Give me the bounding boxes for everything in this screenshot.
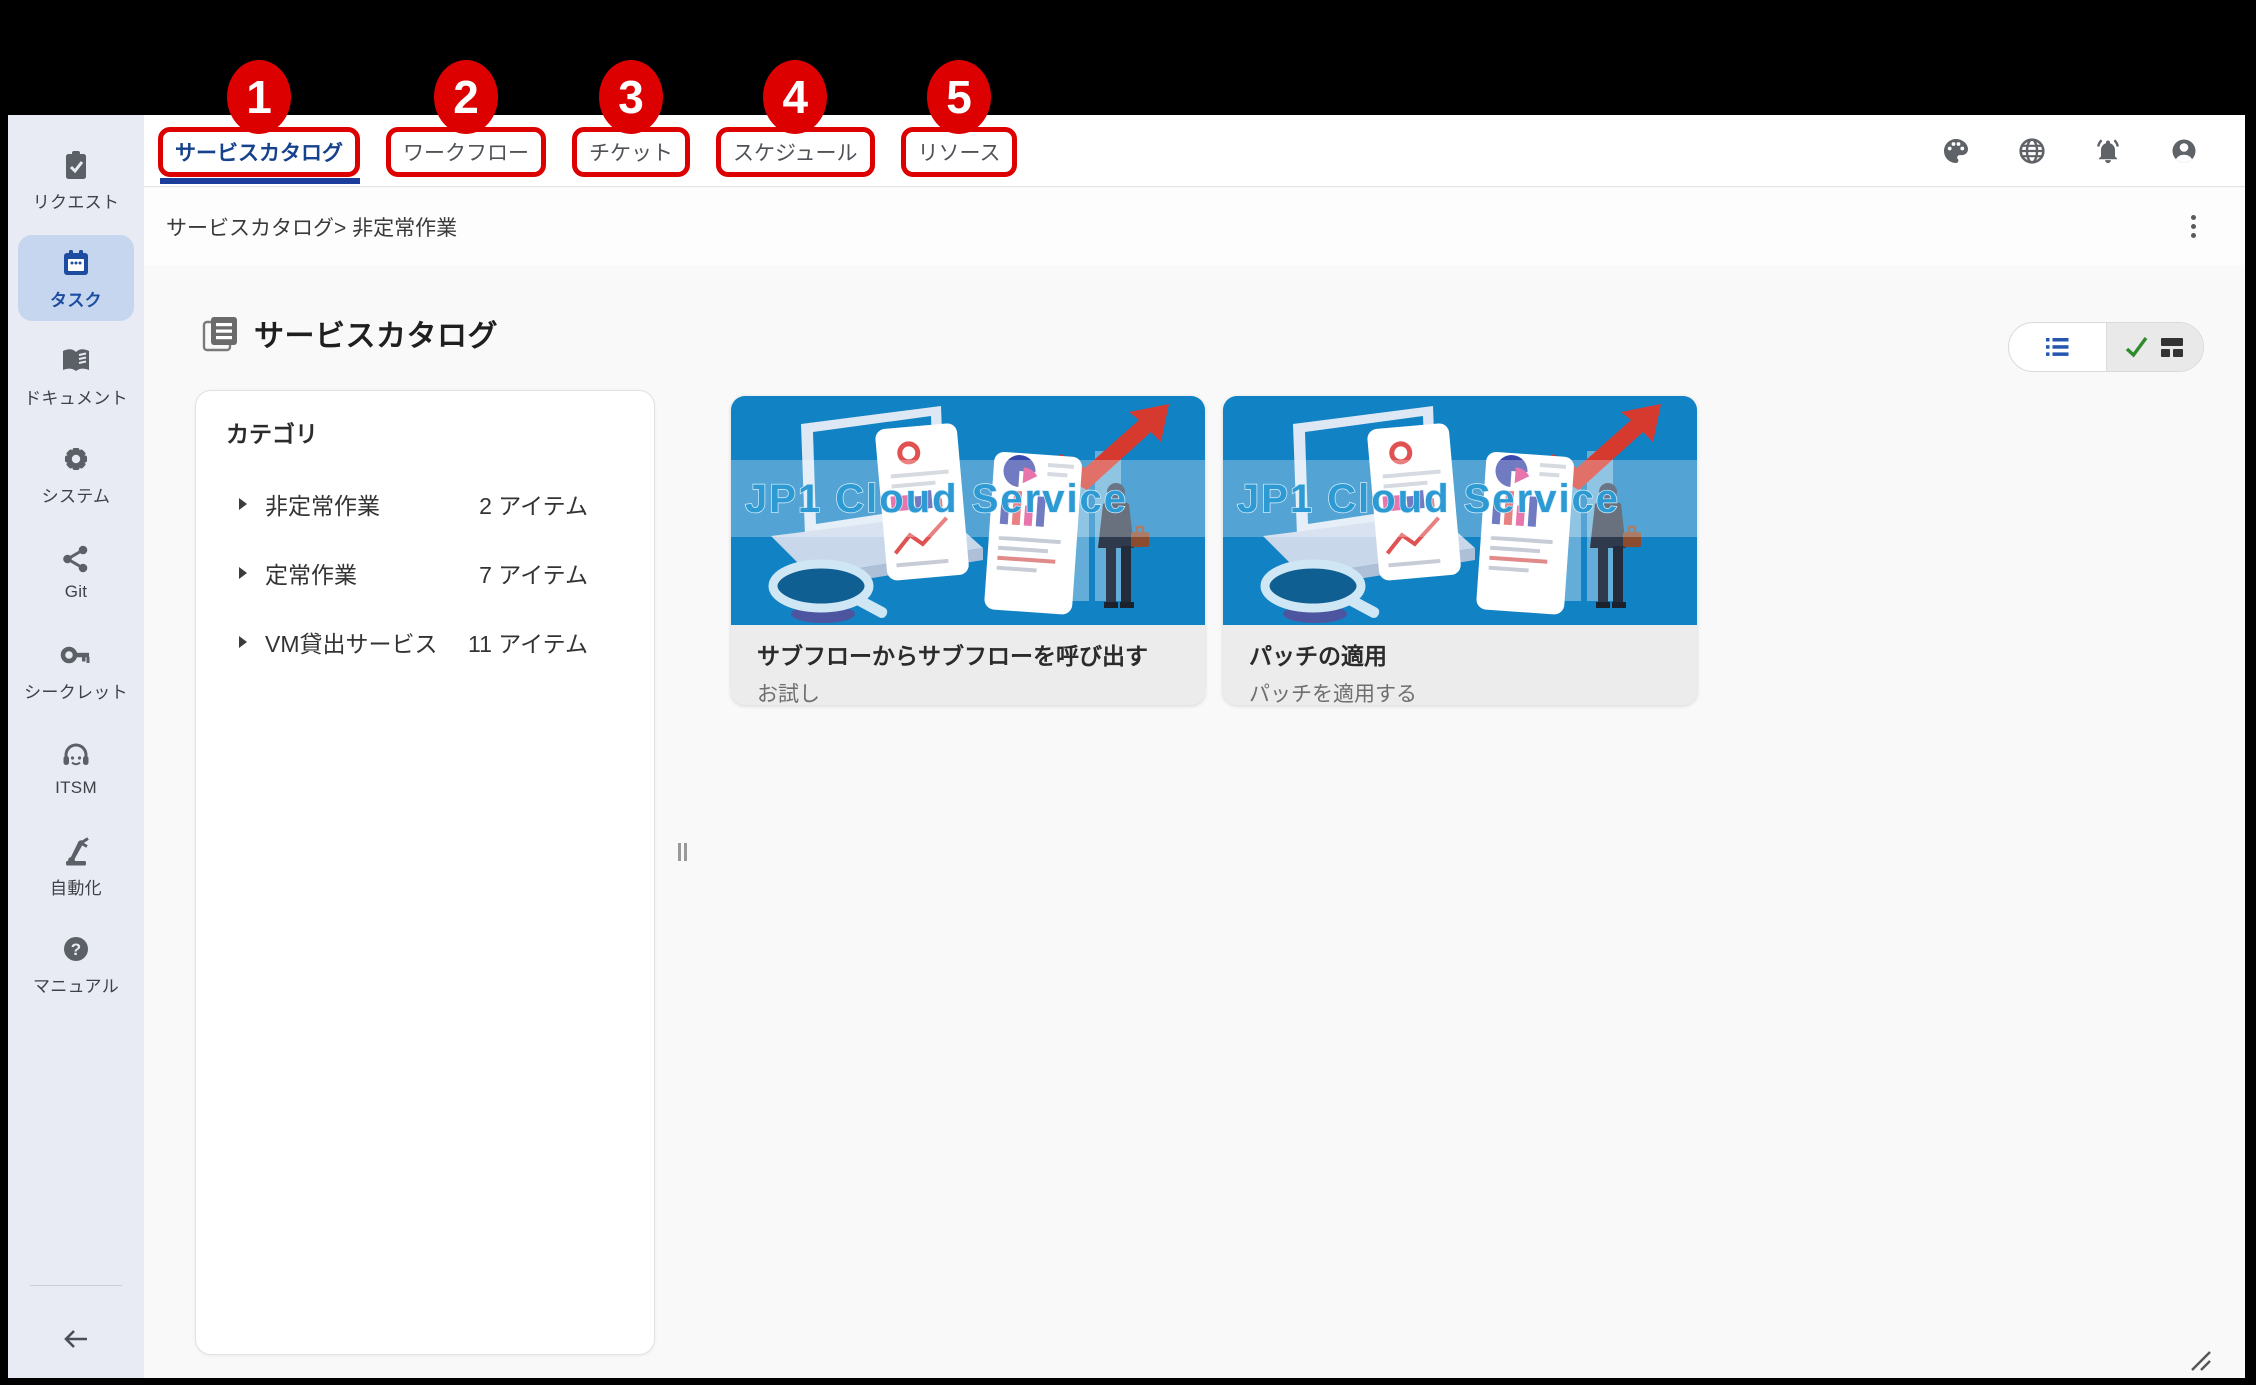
sidebar-item-label: システム <box>42 482 111 507</box>
robot-arm-icon <box>59 834 93 868</box>
annotation-badge-1: 1 <box>227 60 291 134</box>
svg-text:?: ? <box>71 940 81 959</box>
card-body: パッチの適用 パッチを適用する <box>1223 625 1697 708</box>
tab-service-catalog[interactable]: サービスカタログ 1 <box>158 127 360 177</box>
tab-label: ワークフロー <box>403 142 529 165</box>
sidebar-nav: リクエスト タスク ドキュメント システム <box>8 115 144 1007</box>
card-view-icon <box>2158 333 2186 361</box>
tab-label: サービスカタログ <box>175 142 343 165</box>
topbar-icons <box>1941 136 2199 166</box>
category-list: 非定常作業 2 アイテム 定常作業 7 アイテム VM貸出サービス 11 アイテ… <box>196 469 654 676</box>
sidebar-item-manual[interactable]: ? マニュアル <box>18 921 134 1007</box>
breadcrumb[interactable]: サービスカタログ> 非定常作業 <box>166 212 457 242</box>
key-icon <box>59 638 93 672</box>
arrow-left-icon <box>61 1326 91 1352</box>
globe-icon[interactable] <box>2017 136 2047 166</box>
palette-icon[interactable] <box>1941 136 1971 166</box>
page-title-row: サービスカタログ <box>198 311 498 355</box>
annotation-badge-4: 4 <box>763 60 827 134</box>
clipboard-check-icon <box>59 148 93 182</box>
card-illustration: JP1 Cloud Service <box>731 396 1205 625</box>
tab-ticket[interactable]: チケット 3 <box>572 127 690 177</box>
sidebar-item-request[interactable]: リクエスト <box>18 137 134 223</box>
tab-resource[interactable]: リソース 5 <box>901 127 1018 177</box>
list-view-icon <box>2043 333 2071 361</box>
caret-right-icon <box>239 636 247 648</box>
card-image-text: JP1 Cloud Service <box>745 477 1128 521</box>
sidebar-item-itsm[interactable]: ITSM <box>18 725 134 811</box>
share-icon <box>59 542 93 576</box>
app-window: リクエスト タスク ドキュメント システム <box>8 115 2245 1378</box>
card-view-button[interactable] <box>2106 323 2204 371</box>
card-subtitle: お試し <box>757 678 1179 708</box>
main-area: サービスカタログ 1 ワークフロー 2 チケット 3 スケジュール 4 リソース <box>144 115 2245 1378</box>
annotation-badge-5: 5 <box>927 60 991 134</box>
view-toggle <box>2008 322 2204 372</box>
sidebar-item-label: ドキュメント <box>24 384 128 409</box>
breadcrumb-row: サービスカタログ> 非定常作業 <box>144 188 2245 265</box>
category-count: 2 アイテム <box>479 487 588 521</box>
caret-right-icon <box>239 498 247 510</box>
sidebar: リクエスト タスク ドキュメント システム <box>8 115 144 1378</box>
tab-schedule[interactable]: スケジュール 4 <box>716 127 875 177</box>
sidebar-item-automation[interactable]: 自動化 <box>18 823 134 909</box>
tab-bar: サービスカタログ 1 ワークフロー 2 チケット 3 スケジュール 4 リソース <box>144 115 2245 187</box>
catalog-icon <box>198 311 242 355</box>
sidebar-item-label: ITSM <box>55 778 97 798</box>
sidebar-item-label: マニュアル <box>33 972 119 997</box>
sidebar-item-document[interactable]: ドキュメント <box>18 333 134 419</box>
category-row-vm[interactable]: VM貸出サービス 11 アイテム <box>196 607 654 676</box>
book-icon <box>59 344 93 378</box>
tab-label: スケジュール <box>733 142 858 165</box>
category-name: 非定常作業 <box>265 487 479 521</box>
sidebar-divider <box>30 1285 122 1286</box>
service-card-subflow[interactable]: JP1 Cloud Service サブフローからサブフローを呼び出す お試し <box>731 396 1205 705</box>
sidebar-item-git[interactable]: Git <box>18 529 134 615</box>
list-view-button[interactable] <box>2009 323 2106 371</box>
sidebar-item-secret[interactable]: シークレット <box>18 627 134 713</box>
kebab-menu-icon[interactable] <box>2183 206 2203 246</box>
card-body: サブフローからサブフローを呼び出す お試し <box>731 625 1205 708</box>
tab-workflow[interactable]: ワークフロー 2 <box>386 127 546 177</box>
category-row-hiteijou[interactable]: 非定常作業 2 アイテム <box>196 469 654 538</box>
check-icon <box>2124 334 2150 360</box>
category-name: VM貸出サービス <box>265 625 468 659</box>
sidebar-item-system[interactable]: システム <box>18 431 134 517</box>
category-panel: カテゴリ 非定常作業 2 アイテム 定常作業 7 アイテム VM貸出サービス 1… <box>195 390 655 1355</box>
help-icon: ? <box>59 932 93 966</box>
splitter-handle[interactable] <box>678 843 687 861</box>
category-row-teijou[interactable]: 定常作業 7 アイテム <box>196 538 654 607</box>
sidebar-item-label: 自動化 <box>50 874 102 899</box>
service-card-patch[interactable]: JP1 Cloud Service パッチの適用 パッチを適用する <box>1223 396 1697 705</box>
sidebar-item-label: Git <box>65 582 88 602</box>
annotation-badge-3: 3 <box>599 60 663 134</box>
card-title: サブフローからサブフローを呼び出す <box>757 637 1179 671</box>
category-name: 定常作業 <box>265 556 479 590</box>
card-title: パッチの適用 <box>1249 637 1671 671</box>
category-heading: カテゴリ <box>196 391 654 449</box>
sidebar-item-label: シークレット <box>24 678 128 703</box>
headset-icon <box>59 738 93 772</box>
card-illustration: JP1 Cloud Service <box>1223 396 1697 625</box>
sidebar-item-label: リクエスト <box>33 188 120 213</box>
sidebar-item-label: タスク <box>50 286 102 311</box>
card-image-text: JP1 Cloud Service <box>1237 477 1620 521</box>
sidebar-item-task[interactable]: タスク <box>18 235 134 321</box>
notifications-icon[interactable] <box>2093 136 2123 166</box>
page-title: サービスカタログ <box>254 311 498 355</box>
card-subtitle: パッチを適用する <box>1249 678 1671 708</box>
tab-label: チケット <box>589 142 673 165</box>
annotation-badge-2: 2 <box>434 60 498 134</box>
category-count: 7 アイテム <box>479 556 588 590</box>
gear-icon <box>59 442 93 476</box>
resize-handle-icon[interactable] <box>2188 1348 2214 1374</box>
tabs: サービスカタログ 1 ワークフロー 2 チケット 3 スケジュール 4 リソース <box>158 127 1017 177</box>
category-count: 11 アイテム <box>468 625 588 659</box>
tab-label: リソース <box>918 142 1001 165</box>
account-icon[interactable] <box>2169 136 2199 166</box>
caret-right-icon <box>239 567 247 579</box>
calendar-icon <box>59 246 93 280</box>
sidebar-collapse-button[interactable] <box>8 1326 144 1352</box>
